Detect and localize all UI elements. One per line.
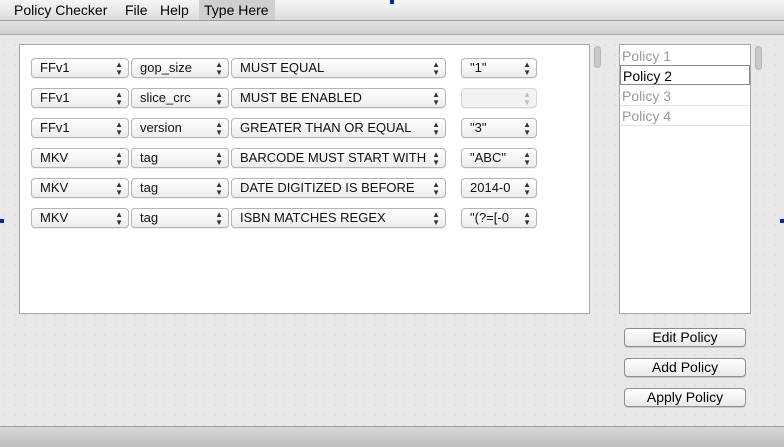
operator-select[interactable]: MUST EQUAL ▲ ▼ <box>231 58 446 78</box>
updown-chevron-icon: ▲ ▼ <box>432 180 440 197</box>
value-value: 2014-0 <box>470 180 511 195</box>
container-select[interactable]: MKV ▲ ▼ <box>31 208 129 228</box>
operator-select[interactable]: DATE DIGITIZED IS BEFORE ▲ ▼ <box>231 178 446 198</box>
operator-value: MUST EQUAL <box>240 60 325 75</box>
rules-scrollbar-thumb[interactable] <box>594 46 601 68</box>
updown-chevron-icon: ▲ ▼ <box>523 120 531 137</box>
container-select[interactable]: FFv1 ▲ ▼ <box>31 118 129 138</box>
updown-chevron-icon: ▲ ▼ <box>523 150 531 167</box>
type-here-menu[interactable]: Type Here <box>199 0 275 20</box>
updown-chevron-icon: ▲ ▼ <box>523 90 531 107</box>
field-select[interactable]: slice_crc ▲ ▼ <box>131 88 229 108</box>
value-value: "3" <box>470 120 487 135</box>
value-select[interactable]: "ABC" ▲ ▼ <box>461 148 537 168</box>
field-value: tag <box>140 150 159 165</box>
status-bar <box>0 426 784 447</box>
value-select[interactable]: ▲ ▼ <box>461 88 537 108</box>
operator-value: MUST BE ENABLED <box>240 90 362 105</box>
container-value: FFv1 <box>40 60 70 75</box>
toolbar-area <box>0 21 784 35</box>
policy-list: Policy 1 Policy 2 Policy 3 Policy 4 <box>619 44 751 314</box>
field-value: version <box>140 120 182 135</box>
selection-handle-left[interactable] <box>0 219 4 223</box>
operator-value: DATE DIGITIZED IS BEFORE <box>240 180 415 195</box>
updown-chevron-icon: ▲ ▼ <box>215 180 223 197</box>
policy-list-scrollbar-thumb[interactable] <box>755 46 762 70</box>
updown-chevron-icon: ▲ ▼ <box>115 210 123 227</box>
operator-value: ISBN MATCHES REGEX <box>240 210 386 225</box>
field-select[interactable]: gop_size ▲ ▼ <box>131 58 229 78</box>
rules-panel: FFv1 ▲ ▼ gop_size ▲ ▼ MUST EQUAL ▲ ▼ "1" ▲ ▼ FFv1 ▲ ▼ s… <box>19 44 590 314</box>
add-policy-button[interactable]: Add Policy <box>624 358 746 377</box>
selection-handle-top[interactable] <box>390 0 394 4</box>
rule-row: FFv1 ▲ ▼ version ▲ ▼ GREATER THAN OR EQUAL ▲ ▼ "3… <box>31 118 551 138</box>
field-value: tag <box>140 180 159 195</box>
updown-chevron-icon: ▲ ▼ <box>432 210 440 227</box>
updown-chevron-icon: ▲ ▼ <box>115 150 123 167</box>
field-select[interactable]: tag ▲ ▼ <box>131 148 229 168</box>
updown-chevron-icon: ▲ ▼ <box>215 90 223 107</box>
container-value: MKV <box>40 180 69 195</box>
field-value: tag <box>140 210 159 225</box>
edit-policy-button[interactable]: Edit Policy <box>624 328 746 347</box>
updown-chevron-icon: ▲ ▼ <box>215 150 223 167</box>
container-value: MKV <box>40 150 69 165</box>
container-select[interactable]: FFv1 ▲ ▼ <box>31 58 129 78</box>
file-menu[interactable]: File <box>120 0 153 20</box>
updown-chevron-icon: ▲ ▼ <box>523 210 531 227</box>
app-menu[interactable]: Policy Checker <box>9 0 112 20</box>
rule-row: FFv1 ▲ ▼ slice_crc ▲ ▼ MUST BE ENABLED ▲ ▼ ▲ ▼ <box>31 88 551 108</box>
updown-chevron-icon: ▲ ▼ <box>432 90 440 107</box>
policy-list-item-selected[interactable]: Policy 2 <box>620 65 750 85</box>
container-value: FFv1 <box>40 90 70 105</box>
container-select[interactable]: MKV ▲ ▼ <box>31 148 129 168</box>
policy-list-item[interactable]: Policy 4 <box>620 106 750 126</box>
value-select[interactable]: "(?=[-0 ▲ ▼ <box>461 208 537 228</box>
operator-value: BARCODE MUST START WITH <box>240 150 427 165</box>
value-value: "(?=[-0 <box>470 210 509 225</box>
updown-chevron-icon: ▲ ▼ <box>115 180 123 197</box>
updown-chevron-icon: ▲ ▼ <box>432 60 440 77</box>
updown-chevron-icon: ▲ ▼ <box>432 150 440 167</box>
field-select[interactable]: version ▲ ▼ <box>131 118 229 138</box>
help-menu[interactable]: Help <box>155 0 194 20</box>
field-select[interactable]: tag ▲ ▼ <box>131 178 229 198</box>
operator-select[interactable]: MUST BE ENABLED ▲ ▼ <box>231 88 446 108</box>
operator-select[interactable]: BARCODE MUST START WITH ▲ ▼ <box>231 148 446 168</box>
updown-chevron-icon: ▲ ▼ <box>115 60 123 77</box>
updown-chevron-icon: ▲ ▼ <box>115 90 123 107</box>
field-value: gop_size <box>140 60 193 75</box>
operator-value: GREATER THAN OR EQUAL <box>240 120 412 135</box>
updown-chevron-icon: ▲ ▼ <box>215 210 223 227</box>
operator-select[interactable]: GREATER THAN OR EQUAL ▲ ▼ <box>231 118 446 138</box>
rule-row: FFv1 ▲ ▼ gop_size ▲ ▼ MUST EQUAL ▲ ▼ "1" ▲ ▼ <box>31 58 551 78</box>
apply-policy-button[interactable]: Apply Policy <box>624 388 746 407</box>
selection-handle-right[interactable] <box>780 219 784 223</box>
operator-select[interactable]: ISBN MATCHES REGEX ▲ ▼ <box>231 208 446 228</box>
updown-chevron-icon: ▲ ▼ <box>115 120 123 137</box>
updown-chevron-icon: ▲ ▼ <box>215 120 223 137</box>
container-value: MKV <box>40 210 69 225</box>
value-value: "1" <box>470 60 487 75</box>
rule-row: MKV ▲ ▼ tag ▲ ▼ BARCODE MUST START WITH ▲ ▼ "ABC"… <box>31 148 551 168</box>
updown-chevron-icon: ▲ ▼ <box>432 120 440 137</box>
value-value: "ABC" <box>470 150 506 165</box>
field-select[interactable]: tag ▲ ▼ <box>131 208 229 228</box>
updown-chevron-icon: ▲ ▼ <box>215 60 223 77</box>
rules-scrollbar[interactable] <box>592 44 604 314</box>
rule-row: MKV ▲ ▼ tag ▲ ▼ ISBN MATCHES REGEX ▲ ▼ "(?=[-0 ▲ ▼ <box>31 208 551 228</box>
value-select[interactable]: 2014-0 ▲ ▼ <box>461 178 537 198</box>
value-select[interactable]: "3" ▲ ▼ <box>461 118 537 138</box>
container-select[interactable]: FFv1 ▲ ▼ <box>31 88 129 108</box>
value-select[interactable]: "1" ▲ ▼ <box>461 58 537 78</box>
container-select[interactable]: MKV ▲ ▼ <box>31 178 129 198</box>
updown-chevron-icon: ▲ ▼ <box>523 180 531 197</box>
policy-list-scrollbar[interactable] <box>753 44 765 314</box>
rule-row: MKV ▲ ▼ tag ▲ ▼ DATE DIGITIZED IS BEFORE ▲ ▼ 2014… <box>31 178 551 198</box>
container-value: FFv1 <box>40 120 70 135</box>
policy-list-item[interactable]: Policy 1 <box>620 46 750 66</box>
field-value: slice_crc <box>140 90 191 105</box>
policy-list-item[interactable]: Policy 3 <box>620 86 750 106</box>
updown-chevron-icon: ▲ ▼ <box>523 60 531 77</box>
